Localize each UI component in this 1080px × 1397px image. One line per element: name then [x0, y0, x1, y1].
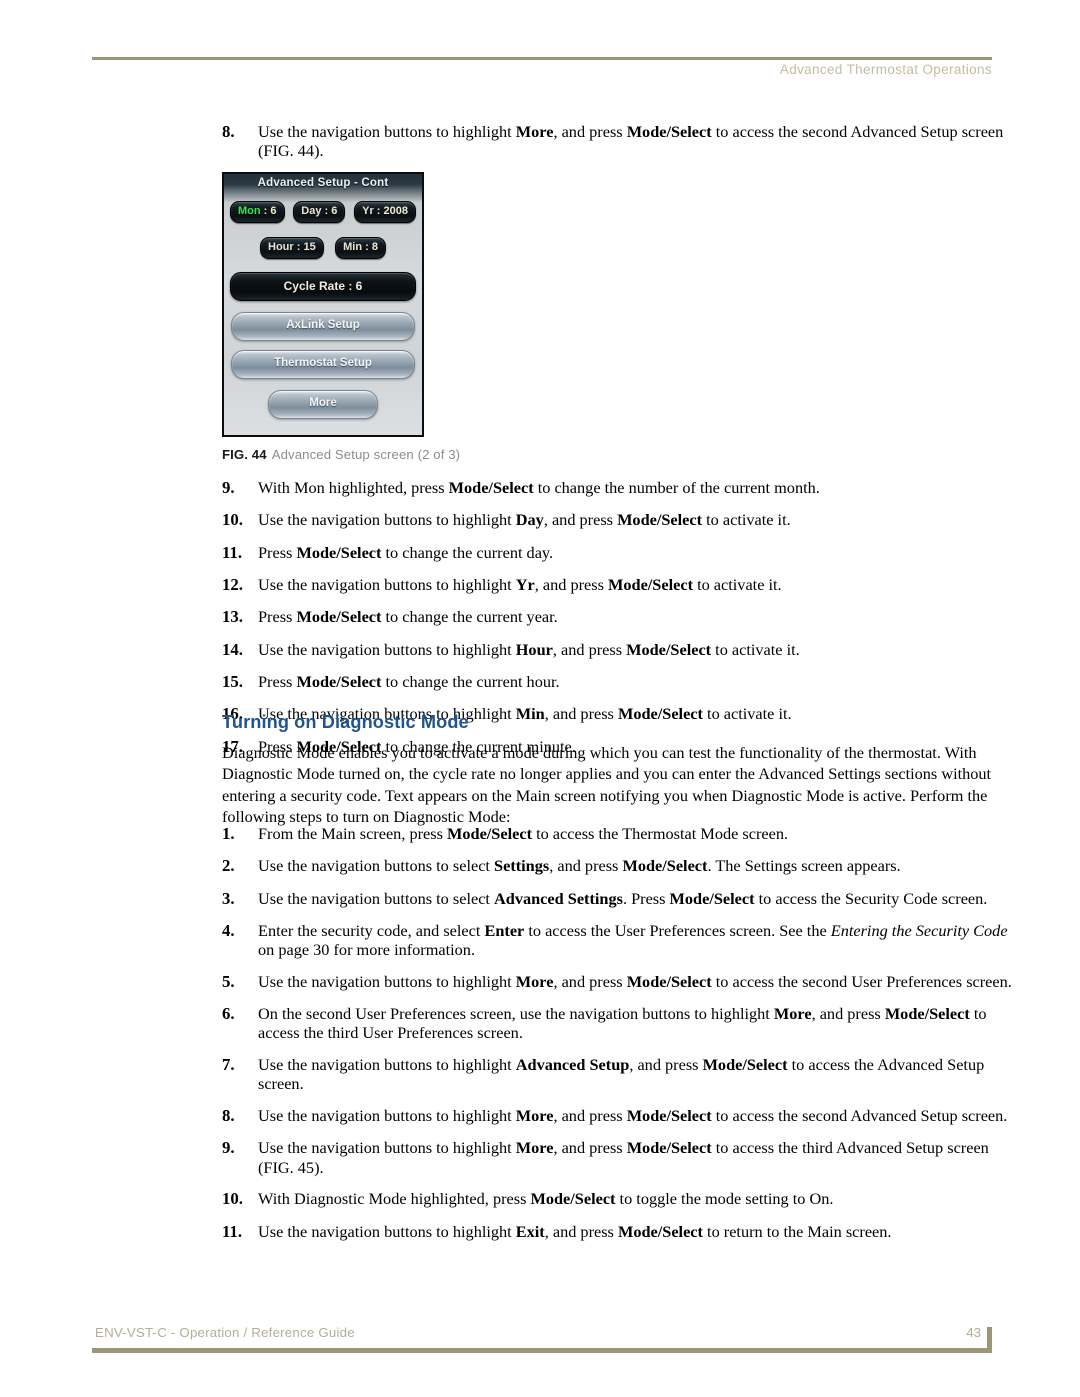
header-rule: [92, 57, 992, 60]
list-item: 1. From the Main screen, press Mode/Selec…: [222, 824, 1012, 844]
figure-advanced-setup-screen: Advanced Setup - Cont Mon : 6 Day : 6 Yr :…: [222, 172, 424, 437]
thermostat-thermostat-setup-button[interactable]: Thermostat Setup: [231, 350, 415, 379]
thermostat-time-row: Hour : 15 Min : 8: [260, 237, 386, 259]
page-header-title: Advanced Thermostat Operations: [779, 62, 992, 77]
instruction-list-bottom: 1. From the Main screen, press Mode/Selec…: [222, 824, 1012, 1254]
list-item-number: 8.: [222, 1106, 235, 1126]
list-item-number: 9.: [222, 1138, 235, 1158]
list-item-number: 11.: [222, 1221, 243, 1241]
list-item: 9. Use the navigation buttons to highligh…: [222, 1138, 1012, 1176]
figure-number: FIG. 44: [222, 447, 267, 462]
pill-value: : 6: [260, 205, 277, 217]
pill-value: : 2008: [373, 205, 408, 217]
list-item-text: Press Mode/Select to change the current …: [258, 542, 554, 562]
pill-label: Mon: [238, 205, 261, 217]
list-item-text: Use the navigation buttons to highlight …: [258, 639, 800, 659]
list-item: 10. Use the navigation buttons to highlig…: [222, 510, 1012, 530]
list-item-number: 13.: [222, 607, 243, 627]
list-item: 3. Use the navigation buttons to select A…: [222, 889, 1012, 909]
list-item-text: Use the navigation buttons to select Adv…: [258, 888, 988, 908]
thermostat-screen: Advanced Setup - Cont Mon : 6 Day : 6 Yr :…: [222, 172, 424, 437]
list-item: 4. Enter the security code, and select En…: [222, 921, 1012, 959]
pill-value: : 8: [362, 241, 378, 253]
section-heading-diagnostic-mode: Turning on Diagnostic Mode: [222, 712, 469, 732]
list-item-text: Use the navigation buttons to highlight …: [258, 510, 791, 530]
list-item: 10. With Diagnostic Mode highlighted, pre…: [222, 1189, 1012, 1209]
section-paragraph-diagnostic-mode: Diagnostic Mode enables you to activate …: [222, 743, 992, 827]
list-item: 8. Use the navigation buttons to highligh…: [222, 122, 1012, 160]
list-item-number: 12.: [222, 574, 243, 594]
thermostat-yr-field[interactable]: Yr : 2008: [354, 201, 416, 223]
thermostat-mon-field[interactable]: Mon : 6: [230, 201, 285, 223]
footer-page-number: 43: [966, 1325, 981, 1340]
pill-value: : 15: [293, 241, 316, 253]
list-item: 2. Use the navigation buttons to select S…: [222, 856, 1012, 876]
thermostat-hour-field[interactable]: Hour : 15: [260, 237, 324, 259]
list-item-number: 14.: [222, 639, 243, 659]
list-item-text: With Mon highlighted, press Mode/Select …: [258, 478, 820, 497]
thermostat-day-field[interactable]: Day : 6: [293, 201, 346, 223]
instruction-list-top: 8. Use the navigation buttons to highligh…: [222, 122, 1012, 173]
list-item: 11. Use the navigation buttons to highlig…: [222, 1222, 1012, 1242]
list-item-text: On the second User Preferences screen, u…: [258, 1004, 987, 1043]
thermostat-more-button[interactable]: More: [268, 390, 378, 419]
list-item-text: From the Main screen, press Mode/Select …: [258, 824, 789, 843]
list-item-number: 5.: [222, 971, 235, 991]
list-item: 6. On the second User Preferences screen,…: [222, 1004, 1012, 1042]
footer-guide-title: ENV-VST-C - Operation / Reference Guide: [95, 1325, 355, 1340]
list-item: 14. Use the navigation buttons to highlig…: [222, 640, 1012, 660]
list-item: 13. Press Mode/Select to change the curre…: [222, 607, 1012, 627]
thermostat-date-row: Mon : 6 Day : 6 Yr : 2008: [230, 201, 416, 223]
list-item-text: Enter the security code, and select Ente…: [258, 920, 1008, 960]
thermostat-screen-title: Advanced Setup - Cont: [257, 177, 389, 189]
thermostat-cycle-rate-field[interactable]: Cycle Rate : 6: [230, 272, 416, 301]
list-item-text: Press Mode/Select to change the current …: [258, 671, 560, 691]
list-item: 7. Use the navigation buttons to highligh…: [222, 1055, 1012, 1093]
thermostat-axlink-setup-button[interactable]: AxLink Setup: [231, 312, 415, 341]
list-item-text: Use the navigation buttons to highlight …: [258, 1106, 1008, 1126]
list-item-text: Use the navigation buttons to highlight …: [258, 1138, 989, 1177]
list-item-text: Use the navigation buttons to highlight …: [258, 122, 1004, 161]
list-item-text: Use the navigation buttons to highlight …: [258, 574, 782, 594]
list-item-number: 15.: [222, 671, 243, 691]
pill-label: Day: [301, 205, 322, 217]
list-item-number: 10.: [222, 510, 243, 530]
figure-caption: FIG. 44 Advanced Setup screen (2 of 3): [222, 447, 460, 462]
pill-label: Min: [343, 241, 363, 253]
list-item-number: 10.: [222, 1189, 243, 1209]
list-item-number: 3.: [222, 888, 235, 908]
list-item-number: 4.: [222, 920, 235, 940]
list-item-number: 6.: [222, 1004, 235, 1024]
list-item-number: 8.: [222, 122, 235, 141]
footer-rule: [92, 1348, 992, 1353]
list-item: 15. Press Mode/Select to change the curre…: [222, 672, 1012, 692]
list-item-number: 1.: [222, 824, 235, 843]
footer-edge-tab: [987, 1327, 992, 1353]
list-item-text: Use the navigation buttons to highlight …: [258, 1221, 892, 1241]
list-item: 8. Use the navigation buttons to highligh…: [222, 1106, 1012, 1126]
list-item-number: 11.: [222, 542, 243, 562]
list-item-number: 7.: [222, 1055, 235, 1075]
list-item-text: Use the navigation buttons to highlight …: [258, 971, 1012, 991]
list-item: 9. With Mon highlighted, press Mode/Selec…: [222, 478, 1012, 498]
list-item-number: 2.: [222, 856, 235, 876]
list-item-text: With Diagnostic Mode highlighted, press …: [258, 1189, 834, 1209]
thermostat-min-field[interactable]: Min : 8: [335, 237, 386, 259]
list-item: 5. Use the navigation buttons to highligh…: [222, 972, 1012, 992]
pill-label: Hour: [268, 241, 294, 253]
list-item-text: Use the navigation buttons to select Set…: [258, 856, 901, 876]
pill-label: Yr: [362, 205, 374, 217]
list-item-text: Press Mode/Select to change the current …: [258, 607, 558, 627]
figure-caption-text: Advanced Setup screen (2 of 3): [271, 447, 461, 462]
list-item-text: Use the navigation buttons to highlight …: [258, 1055, 985, 1094]
list-item-number: 9.: [222, 478, 235, 497]
list-item: 11. Press Mode/Select to change the curre…: [222, 543, 1012, 563]
list-item: 12. Use the navigation buttons to highlig…: [222, 575, 1012, 595]
pill-value: : 6: [321, 205, 338, 217]
